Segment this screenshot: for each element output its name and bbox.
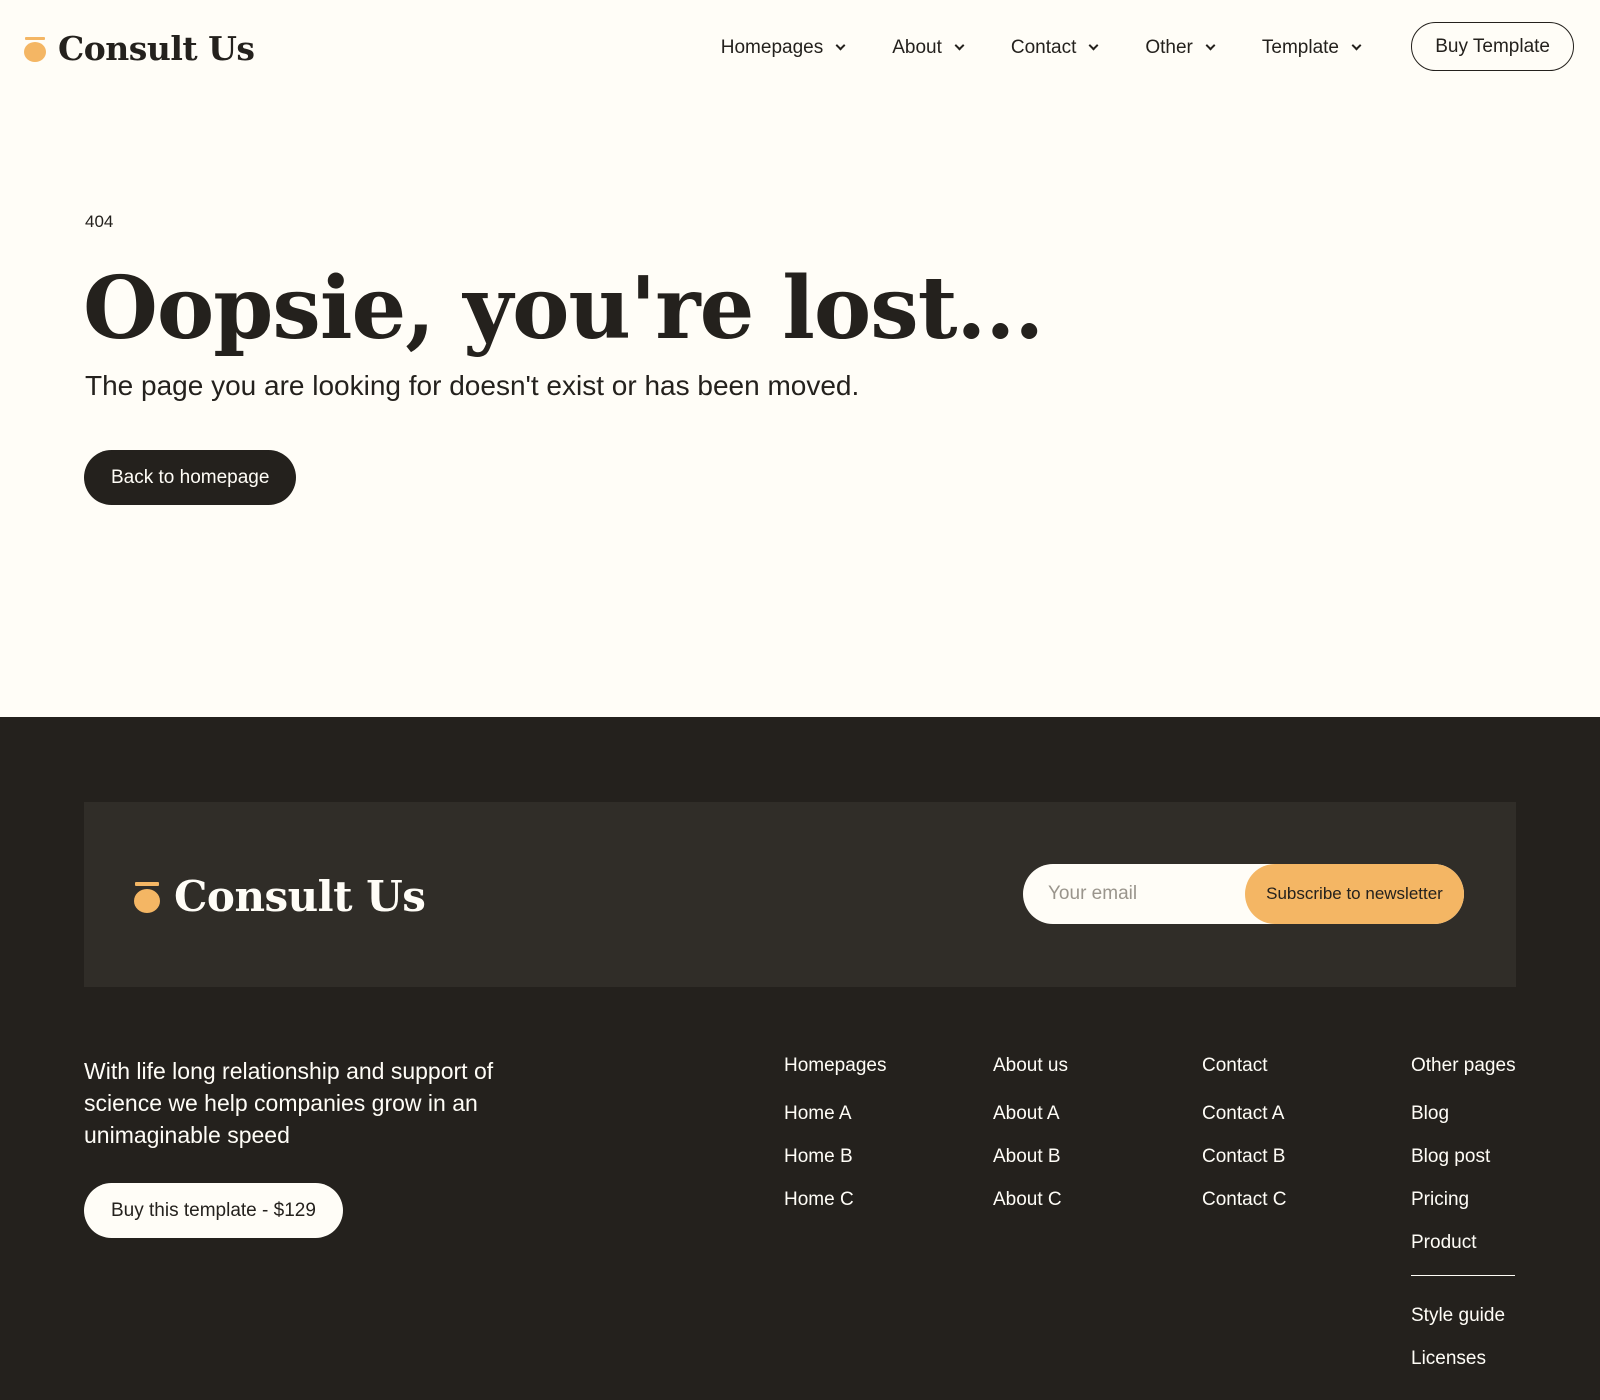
footer-link-about-b[interactable]: About B — [993, 1146, 1068, 1170]
nav-item-label: About — [892, 37, 942, 58]
footer-column-about: About us About A About B About C — [993, 1055, 1068, 1232]
newsletter-panel: Consult Us Subscribe to newsletter — [84, 802, 1516, 987]
footer-tagline: With life long relationship and support … — [84, 1058, 494, 1148]
chevron-down-icon — [835, 40, 846, 51]
buy-this-template-button[interactable]: Buy this template - $129 — [84, 1183, 343, 1238]
site-header: Consult Us Homepages About Contact Other… — [0, 0, 1600, 96]
page-title: Oopsie, you're lost... — [83, 258, 1044, 359]
nav-item-other[interactable]: Other — [1145, 37, 1216, 59]
chevron-down-icon — [1205, 40, 1216, 51]
footer-link-contact-a[interactable]: Contact A — [1202, 1103, 1286, 1127]
footer-column-title: Other pages — [1411, 1055, 1516, 1076]
nav-item-contact[interactable]: Contact — [1010, 37, 1099, 59]
buy-template-button[interactable]: Buy Template — [1411, 22, 1574, 71]
footer-link-about-c[interactable]: About C — [993, 1189, 1068, 1213]
footer-link-home-b[interactable]: Home B — [784, 1146, 886, 1170]
newsletter-form: Subscribe to newsletter — [1023, 864, 1464, 924]
footer-link-style-guide[interactable]: Style guide — [1411, 1305, 1516, 1329]
footer-column-contact: Contact Contact A Contact B Contact C — [1202, 1055, 1286, 1232]
footer-link-contact-c[interactable]: Contact C — [1202, 1189, 1286, 1213]
footer-divider — [1411, 1275, 1515, 1276]
footer-logo-text: Consult Us — [174, 871, 426, 921]
footer-link-home-c[interactable]: Home C — [784, 1189, 886, 1213]
nav-item-homepages[interactable]: Homepages — [720, 37, 846, 59]
subscribe-button[interactable]: Subscribe to newsletter — [1245, 864, 1464, 924]
main-nav: Homepages About Contact Other Template — [720, 30, 1362, 66]
email-input[interactable] — [1023, 864, 1253, 924]
footer-link-home-a[interactable]: Home A — [784, 1103, 886, 1127]
footer-link-pricing[interactable]: Pricing — [1411, 1189, 1516, 1213]
footer-column-title: Contact — [1202, 1055, 1268, 1076]
footer-link-contact-b[interactable]: Contact B — [1202, 1146, 1286, 1170]
footer-link-product[interactable]: Product — [1411, 1232, 1516, 1256]
chevron-down-icon — [1088, 40, 1099, 51]
footer-column-other-pages: Other pages Blog Blog post Pricing Produ… — [1411, 1055, 1516, 1391]
logo-mark-icon — [134, 879, 160, 913]
nav-item-about[interactable]: About — [892, 37, 965, 59]
page-subtitle: The page you are looking for doesn't exi… — [85, 370, 860, 401]
footer-link-licenses[interactable]: Licenses — [1411, 1348, 1516, 1372]
footer-link-about-a[interactable]: About A — [993, 1103, 1068, 1127]
footer-column-title: About us — [993, 1055, 1068, 1076]
header-logo[interactable]: Consult Us — [24, 26, 255, 70]
back-to-homepage-button[interactable]: Back to homepage — [84, 450, 297, 505]
logo-text: Consult Us — [58, 28, 255, 68]
chevron-down-icon — [1351, 40, 1362, 51]
error-code: 404 — [85, 212, 114, 231]
nav-item-label: Template — [1261, 37, 1339, 58]
footer-link-blog-post[interactable]: Blog post — [1411, 1146, 1516, 1170]
footer-column-title: Homepages — [784, 1055, 887, 1076]
footer-logo[interactable]: Consult Us — [134, 871, 426, 921]
nav-item-template[interactable]: Template — [1261, 37, 1362, 59]
nav-item-label: Other — [1145, 37, 1193, 58]
footer-link-blog[interactable]: Blog — [1411, 1103, 1516, 1127]
nav-item-label: Homepages — [720, 37, 824, 58]
chevron-down-icon — [954, 40, 965, 51]
footer-column-homepages: Homepages Home A Home B Home C — [784, 1055, 886, 1232]
site-footer: Consult Us Subscribe to newsletter With … — [0, 717, 1600, 1400]
nav-item-label: Contact — [1010, 37, 1077, 58]
logo-mark-icon — [24, 34, 46, 62]
